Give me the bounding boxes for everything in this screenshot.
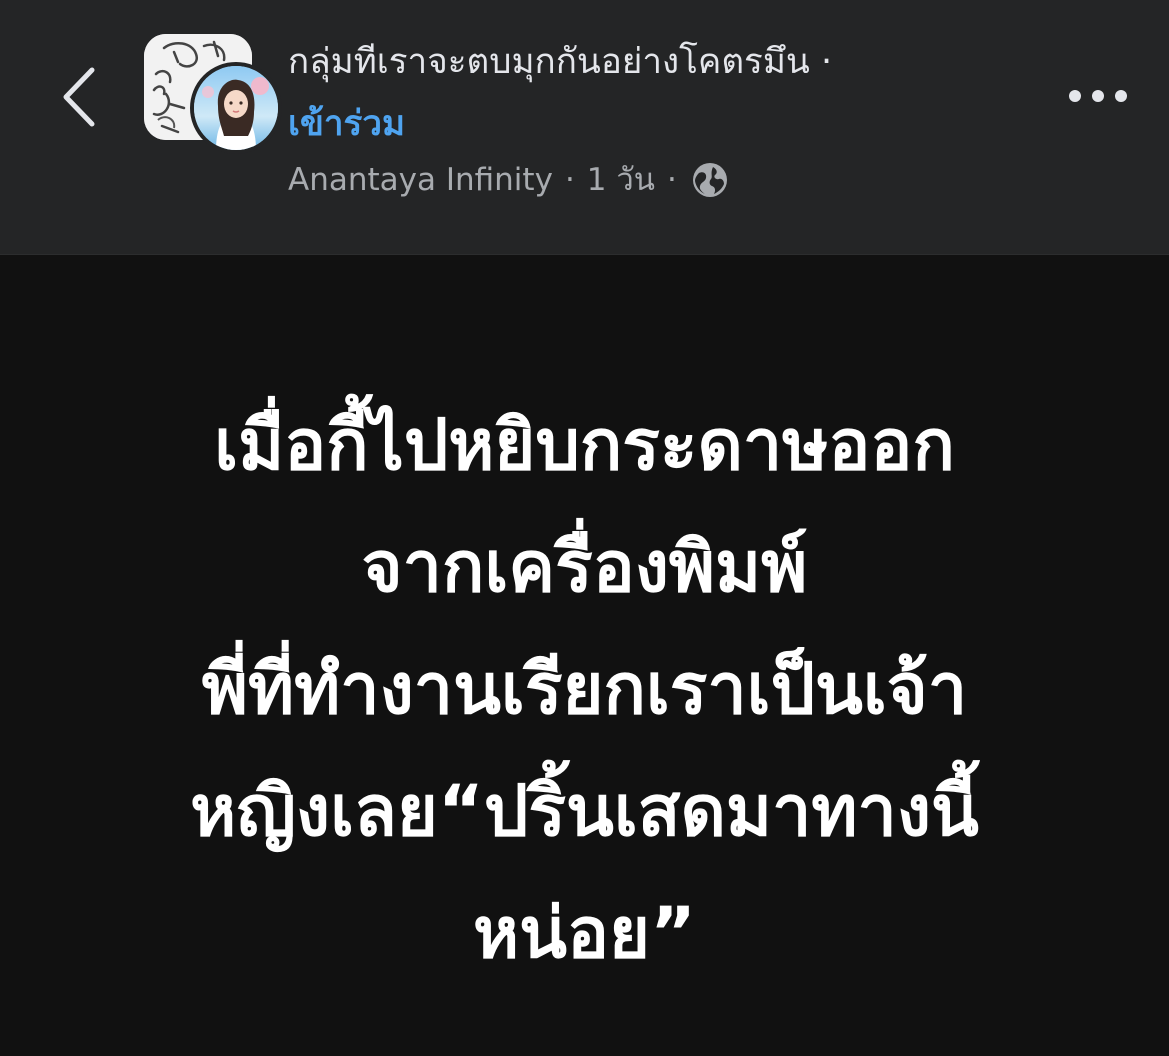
post-meta: Anantaya Infinity · 1 วัน · — [288, 158, 729, 202]
post-text-line: จากเครื่องพิมพ์ — [361, 526, 808, 608]
post-time[interactable]: 1 วัน — [587, 158, 655, 202]
author-avatar[interactable] — [190, 62, 282, 154]
more-dots-icon — [1069, 90, 1127, 102]
author-name[interactable]: Anantaya Infinity — [288, 158, 553, 202]
meta-separator: · — [564, 162, 575, 198]
post-text-line: หน่อย” — [472, 892, 697, 974]
post-text-line: เมื่อกี้ไปหยิบกระดาษออก — [214, 404, 955, 486]
globe-icon — [691, 161, 729, 199]
join-group-link[interactable]: เข้าร่วม — [288, 100, 405, 148]
more-options-button[interactable] — [1058, 70, 1138, 122]
post-text: เมื่อกี้ไปหยิบกระดาษออก จากเครื่องพิมพ์ … — [40, 384, 1129, 994]
chevron-left-icon — [63, 67, 95, 127]
back-button[interactable] — [40, 52, 120, 142]
post-header: กลุ่มทีเราจะตบมุกกันอย่างโคตรมึน · เข้าร… — [0, 0, 1169, 255]
author-portrait — [194, 66, 278, 150]
post-text-line: หญิงเลย“ปริ้นเสดมาทางนี้ — [190, 770, 979, 852]
avatar-group[interactable] — [144, 34, 282, 154]
group-name[interactable]: กลุ่มทีเราจะตบมุกกันอย่างโคตรมึน · — [288, 38, 1008, 86]
meta-separator: · — [666, 162, 677, 198]
post-text-line: พี่ที่ทำงานเรียกเราเป็นเจ้า — [201, 648, 968, 730]
post-content: เมื่อกี้ไปหยิบกระดาษออก จากเครื่องพิมพ์ … — [0, 256, 1169, 1056]
